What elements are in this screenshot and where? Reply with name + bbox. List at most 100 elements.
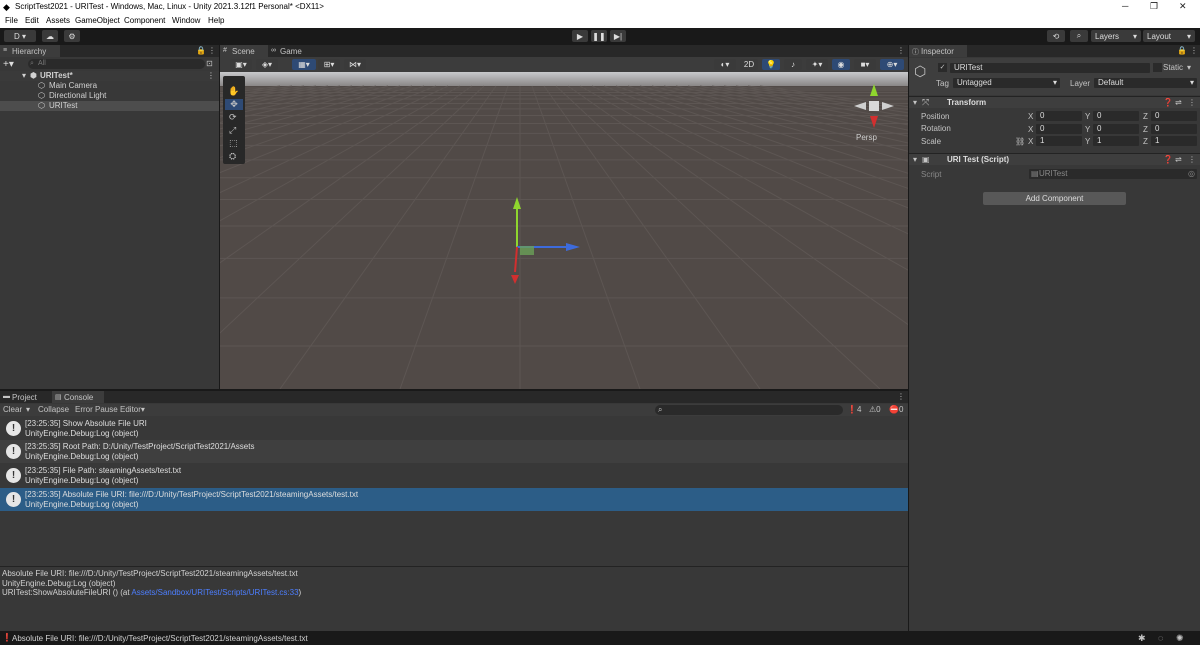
rect-tool-icon[interactable]: ⬚ <box>229 138 238 149</box>
menu-assets[interactable]: Assets <box>46 16 70 25</box>
error-count-toggle[interactable]: ⛔0 <box>889 405 903 414</box>
chevron-down-icon[interactable]: ▾ <box>26 405 30 414</box>
editor-dropdown[interactable]: Editor▾ <box>120 405 145 414</box>
menu-file[interactable]: File <box>5 16 18 25</box>
hierarchy-item-directional-light[interactable]: ⬡ Directional Light <box>0 91 219 101</box>
position-x-field[interactable]: 0 <box>1036 111 1082 121</box>
more-icon[interactable]: ⋮ <box>897 46 905 55</box>
position-y-field[interactable]: 0 <box>1093 111 1139 121</box>
lighting-icon[interactable]: 💡 <box>762 59 780 70</box>
collab-icon[interactable]: ⚙ <box>64 30 80 42</box>
history-icon[interactable]: ⟲ <box>1047 30 1065 42</box>
rotate-tool-icon[interactable]: ⟳ <box>229 112 237 123</box>
active-checkbox[interactable]: ✓ <box>938 63 947 72</box>
tab-console[interactable]: ▤ Console <box>52 391 104 403</box>
tag-dropdown[interactable]: Untagged ▾ <box>953 78 1060 88</box>
more-icon[interactable]: ⋮ <box>1188 155 1196 164</box>
filter-icon[interactable]: ⊡ <box>206 59 213 68</box>
orientation-gizmo[interactable] <box>850 80 900 132</box>
minimize-button[interactable]: ─ <box>1122 1 1128 11</box>
help-icon[interactable]: ❓ <box>1163 98 1173 107</box>
light-bake-icon[interactable]: ✺ <box>1176 633 1184 644</box>
close-button[interactable]: ✕ <box>1179 1 1187 12</box>
scene-view[interactable]: ✋ ✥ ⟳ ⤢ ⬚ ⛭ Persp <box>220 72 908 389</box>
console-log-entry[interactable]: ! [23:25:35] Show Absolute File URI Unit… <box>0 417 908 440</box>
draw-mode-icon[interactable]: ▣▾ <box>230 59 252 70</box>
grid-snap-icon[interactable]: ▦▾ <box>292 59 316 70</box>
hierarchy-scene-row[interactable]: ▾ ⬢ URITest* ⋮ <box>0 71 219 81</box>
preset-icon[interactable]: ⇌ <box>1175 98 1182 107</box>
more-icon[interactable]: ⋮ <box>897 392 905 401</box>
camera-icon[interactable]: ■▾ <box>854 59 876 70</box>
source-link[interactable]: Assets/Sandbox/URITest/Scripts/URITest.c… <box>131 588 298 597</box>
add-component-button[interactable]: Add Component <box>983 192 1126 205</box>
bug-icon[interactable]: ✱ <box>1138 633 1146 644</box>
menu-edit[interactable]: Edit <box>25 16 39 25</box>
more-icon[interactable]: ⋮ <box>207 71 215 80</box>
search-icon[interactable]: ⌕ <box>1070 30 1088 42</box>
tab-game[interactable]: ∞ Game <box>268 45 312 57</box>
console-search-input[interactable]: ⌕ <box>655 405 843 415</box>
console-log-entry[interactable]: ! [23:25:35] File Path: steamingAssets/t… <box>0 464 908 487</box>
error-pause-button[interactable]: Error Pause <box>75 405 118 414</box>
help-icon[interactable]: ❓ <box>1163 155 1173 164</box>
layers-dropdown[interactable]: Layers ▾ <box>1091 30 1141 42</box>
tab-hierarchy[interactable]: ≡ Hierarchy <box>0 45 60 57</box>
log-count-toggle[interactable]: ❗4 <box>847 405 861 414</box>
audio-icon[interactable]: ♪ <box>784 59 802 70</box>
tab-inspector[interactable]: ⓘ Inspector <box>909 45 967 57</box>
rotation-y-field[interactable]: 0 <box>1093 124 1139 134</box>
hand-tool-icon[interactable]: ✋ <box>228 86 239 97</box>
script-component-header[interactable]: ▾ ▣ URI Test (Script) ❓ ⇌ ⋮ <box>909 153 1200 165</box>
effects-icon[interactable]: ✦▾ <box>806 59 828 70</box>
clear-button[interactable]: Clear <box>3 405 22 414</box>
hierarchy-item-main-camera[interactable]: ⬡ Main Camera <box>0 81 219 91</box>
account-dropdown[interactable]: D ▾ <box>4 30 36 42</box>
toggle-2d-button[interactable]: 2D <box>740 59 758 70</box>
snap-icon[interactable]: ⊞▾ <box>318 59 340 70</box>
script-field[interactable]: ▤ URITest ◎ <box>1029 169 1197 179</box>
scale-z-field[interactable]: 1 <box>1151 136 1197 146</box>
scale-tool-icon[interactable]: ⤢ <box>229 125 236 136</box>
play-button[interactable]: ▶ <box>572 30 588 42</box>
status-message[interactable]: Absolute File URI: file:///D:/Unity/Test… <box>12 634 308 643</box>
scale-x-field[interactable]: 1 <box>1036 136 1082 146</box>
layer-dropdown[interactable]: Default ▾ <box>1094 78 1197 88</box>
lock-icon[interactable]: 🔒 <box>196 46 206 55</box>
script-enabled-checkbox[interactable]: ▣ <box>922 155 930 164</box>
menu-window[interactable]: Window <box>172 16 200 25</box>
more-icon[interactable]: ⋮ <box>1188 98 1196 107</box>
menu-gameobject[interactable]: GameObject <box>75 16 120 25</box>
gizmos-icon[interactable]: ⊕▾ <box>880 59 904 70</box>
persp-label[interactable]: Persp <box>856 133 877 142</box>
console-log-entry[interactable]: ! [23:25:35] Root Path: D:/Unity/TestPro… <box>0 440 908 463</box>
shading-icon[interactable]: ◐▾ <box>714 59 736 70</box>
transform-header[interactable]: ▾ ⤧ Transform ❓ ⇌ ⋮ <box>909 96 1200 108</box>
maximize-button[interactable]: ❐ <box>1150 1 1158 12</box>
transform-tool-icon[interactable]: ⛭ <box>229 151 236 162</box>
hierarchy-search-input[interactable]: ⌕ All <box>28 59 205 69</box>
object-name-input[interactable]: URITest <box>950 63 1150 73</box>
increment-snap-icon[interactable]: ⋈▾ <box>344 59 366 70</box>
rotation-x-field[interactable]: 0 <box>1036 124 1082 134</box>
move-tool-icon[interactable]: ✥ <box>225 99 243 110</box>
collapse-button[interactable]: Collapse <box>38 405 69 414</box>
more-icon[interactable]: ⋮ <box>208 46 216 55</box>
menu-component[interactable]: Component <box>124 16 165 25</box>
pause-button[interactable]: ❚❚ <box>591 30 607 42</box>
progress-icon[interactable]: ◌ <box>1158 633 1163 643</box>
step-button[interactable]: ▶| <box>610 30 626 42</box>
cloud-icon[interactable]: ☁ <box>42 30 58 42</box>
tab-scene[interactable]: # Scene <box>220 45 268 57</box>
render-mode-icon[interactable]: ◈▾ <box>256 59 278 70</box>
more-icon[interactable]: ⋮ <box>1190 46 1198 55</box>
layout-dropdown[interactable]: Layout ▾ <box>1143 30 1195 42</box>
link-icon[interactable]: ⛓ <box>1015 137 1025 146</box>
position-z-field[interactable]: 0 <box>1151 111 1197 121</box>
static-checkbox[interactable] <box>1153 63 1162 72</box>
chevron-down-icon[interactable]: ▾ <box>1187 63 1191 72</box>
add-button[interactable]: +▾ <box>3 59 14 70</box>
tab-project[interactable]: ▬ Project <box>0 391 50 403</box>
preset-icon[interactable]: ⇌ <box>1175 155 1182 164</box>
visibility-icon[interactable]: ◉ <box>832 59 850 70</box>
